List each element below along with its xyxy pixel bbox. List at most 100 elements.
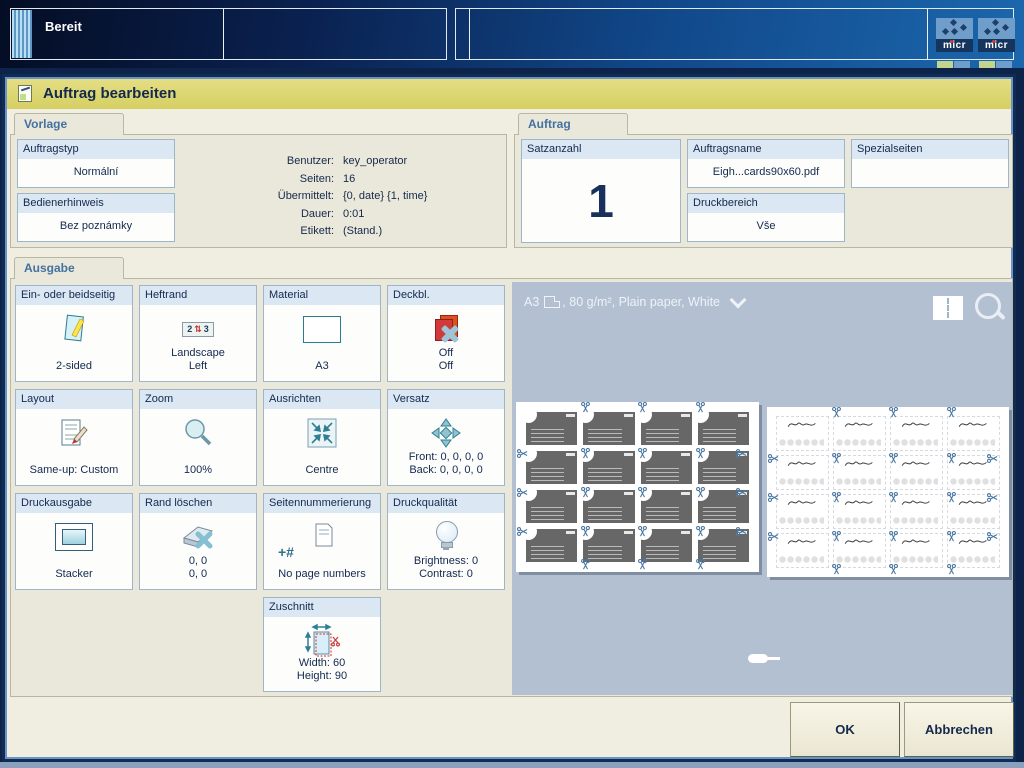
tile-label: Spezialseiten bbox=[852, 140, 1008, 159]
scissors-cut-mark-icon bbox=[736, 487, 747, 498]
scissors-cut-mark-icon bbox=[517, 526, 528, 537]
scissors-cut-mark-icon bbox=[888, 407, 899, 418]
card-text-lines bbox=[531, 507, 564, 520]
scissors-cut-mark-icon bbox=[637, 559, 648, 570]
signature-squiggle bbox=[900, 419, 933, 430]
scissors-cut-mark-icon bbox=[637, 402, 648, 413]
signature-squiggle bbox=[900, 536, 933, 547]
binding-edge-icon: 2⇅3 bbox=[140, 308, 256, 350]
info-row: Benutzer:key_operator bbox=[131, 153, 491, 171]
micr-diamonds-icon bbox=[978, 18, 1015, 39]
tile-label: Seitennummerierung bbox=[264, 494, 380, 513]
micr-tray-bars bbox=[937, 55, 971, 62]
tile-versatz[interactable]: Versatz Front: 0, 0, 0, 0 Back: 0, 0, 0,… bbox=[387, 389, 505, 486]
preview-sheet-back bbox=[767, 407, 1009, 577]
tile-layout[interactable]: Layout Same-up: Custom bbox=[15, 389, 133, 486]
tray-blue-bar bbox=[996, 61, 1012, 68]
tile-rand-loeschen[interactable]: Rand löschen 0, 0 0, 0 bbox=[139, 493, 257, 590]
cover-off-icon bbox=[388, 308, 504, 350]
printer-ui-screen: Bereit micr micr Auftrag bearbeiten bbox=[0, 0, 1024, 768]
tile-deckblatt[interactable]: Deckbl. Off Off bbox=[387, 285, 505, 382]
printer-panel-divider bbox=[469, 9, 470, 59]
business-card-back bbox=[891, 417, 942, 450]
business-card-front bbox=[698, 412, 749, 445]
business-card-front bbox=[526, 412, 577, 445]
tile-value: Front: 0, 0, 0, 0 Back: 0, 0, 0, 0 bbox=[388, 451, 504, 477]
tile-auftragsname[interactable]: Auftragsname Eigh...cards90x60.pdf bbox=[687, 139, 845, 188]
scissors-cut-mark-icon bbox=[517, 448, 528, 459]
business-card-front bbox=[641, 412, 692, 445]
tile-druckbereich[interactable]: Druckbereich Vše bbox=[687, 193, 845, 242]
tile-value: Width: 60 Height: 90 bbox=[264, 657, 380, 683]
tile-spezialseiten[interactable]: Spezialseiten bbox=[851, 139, 1009, 188]
scissors-cut-mark-icon bbox=[637, 487, 648, 498]
tile-druckqualitaet[interactable]: Druckqualität Brightness: 0 Contrast: 0 bbox=[387, 493, 505, 590]
scissors-cut-mark-icon bbox=[831, 531, 842, 542]
tile-zoom[interactable]: Zoom 100% bbox=[139, 389, 257, 486]
card-logo-mark bbox=[624, 414, 633, 417]
tile-druckausgabe[interactable]: Druckausgabe Stacker bbox=[15, 493, 133, 590]
trim-crop-icon bbox=[264, 620, 380, 662]
scissors-cut-mark-icon bbox=[695, 526, 706, 537]
card-dots-row bbox=[779, 517, 824, 524]
scissors-cut-mark-icon bbox=[888, 492, 899, 503]
card-dots-row bbox=[836, 556, 881, 563]
scissors-cut-mark-icon bbox=[987, 492, 998, 503]
scissors-cut-mark-icon bbox=[736, 448, 747, 459]
card-logo-mark bbox=[566, 492, 575, 495]
tile-heftrand[interactable]: Heftrand 2⇅3 Landscape Left bbox=[139, 285, 257, 382]
tile-zuschnitt[interactable]: Zuschnitt Width: 60 Height: 90 bbox=[263, 597, 381, 692]
card-text-lines bbox=[531, 429, 564, 442]
tile-material[interactable]: Material A3 bbox=[263, 285, 381, 382]
scissors-cut-mark-icon bbox=[580, 448, 591, 459]
tile-label: Ein- oder beidseitig bbox=[16, 286, 132, 305]
magnifier-icon bbox=[140, 412, 256, 454]
tile-value: 100% bbox=[140, 464, 256, 477]
tile-value: Eigh...cards90x60.pdf bbox=[688, 166, 844, 179]
business-card-back bbox=[834, 417, 885, 450]
tile-ausrichten[interactable]: Ausrichten Centre bbox=[263, 389, 381, 486]
tile-seitennummerierung[interactable]: Seitennummerierung +# No page numbers bbox=[263, 493, 381, 590]
signature-squiggle bbox=[957, 458, 990, 469]
tile-value: Landscape Left bbox=[140, 347, 256, 373]
info-label: Seiten: bbox=[131, 171, 334, 189]
scissors-cut-mark-icon bbox=[580, 487, 591, 498]
preview-zoom-button[interactable] bbox=[974, 292, 1006, 324]
tile-label: Ausrichten bbox=[264, 390, 380, 409]
card-dots-row bbox=[779, 439, 824, 446]
card-text-lines bbox=[703, 429, 736, 442]
ok-button[interactable]: OK bbox=[790, 702, 900, 757]
business-card-front bbox=[526, 490, 577, 523]
card-text-lines bbox=[588, 429, 621, 442]
scissors-cut-mark-icon bbox=[987, 453, 998, 464]
card-text-lines bbox=[703, 507, 736, 520]
panel-auftrag: Auftrag Satzanzahl 1 Auftragsname Eigh..… bbox=[514, 134, 1013, 248]
top-status-bar: Bereit micr micr bbox=[0, 0, 1024, 68]
panel-vorlage: Vorlage Auftragstyp Normální Bedienerhin… bbox=[10, 134, 507, 248]
signature-squiggle bbox=[786, 536, 819, 547]
card-text-lines bbox=[646, 468, 679, 481]
tab-vorlage[interactable]: Vorlage bbox=[14, 113, 124, 135]
align-centre-icon bbox=[264, 412, 380, 454]
tile-label: Druckausgabe bbox=[16, 494, 132, 513]
tile-ein-oder-beidseitig[interactable]: Ein- oder beidseitig 2-sided bbox=[15, 285, 133, 382]
media-select[interactable]: A3 , 80 g/m², Plain paper, White bbox=[524, 295, 744, 309]
cancel-button[interactable]: Abbrechen bbox=[904, 702, 1014, 757]
printer-panel-divider2 bbox=[927, 9, 928, 59]
two-page-view-button[interactable] bbox=[933, 296, 963, 320]
card-text-lines bbox=[703, 546, 736, 559]
tray-blue-bar bbox=[954, 61, 970, 68]
card-dots-row bbox=[779, 556, 824, 563]
card-logo-mark bbox=[681, 453, 690, 456]
tile-satzanzahl[interactable]: Satzanzahl 1 bbox=[521, 139, 681, 243]
tile-label: Druckbereich bbox=[688, 194, 844, 213]
tab-ausgabe[interactable]: Ausgabe bbox=[14, 257, 124, 279]
tab-auftrag[interactable]: Auftrag bbox=[518, 113, 628, 135]
scissors-cut-mark-icon bbox=[768, 453, 779, 464]
edit-job-dialog: Auftrag bearbeiten Vorlage Auftragstyp N… bbox=[2, 74, 1016, 762]
scissors-cut-mark-icon bbox=[695, 448, 706, 459]
tile-label: Rand löschen bbox=[140, 494, 256, 513]
tile-value: No page numbers bbox=[264, 568, 380, 581]
signature-squiggle bbox=[786, 419, 819, 430]
business-card-back bbox=[777, 534, 828, 567]
